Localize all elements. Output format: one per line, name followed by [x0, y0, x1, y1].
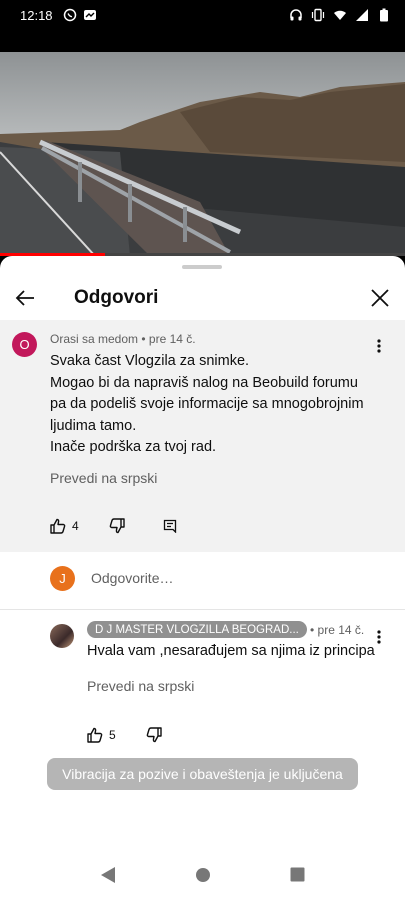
toast-message: Vibracija za pozive i obaveštenja je ukl… — [47, 758, 358, 790]
video-frame — [0, 52, 405, 256]
close-button[interactable] — [355, 274, 405, 322]
triangle-back-icon — [100, 866, 115, 883]
thumb-down-icon — [109, 518, 125, 534]
dislike-button[interactable] — [146, 727, 162, 743]
thumb-up-icon — [87, 727, 103, 743]
wifi-icon — [333, 8, 347, 22]
reply-input[interactable]: Odgovorite… — [91, 570, 173, 586]
comment-line: pa da podeliš svoje informacije sa mnogo… — [50, 396, 364, 412]
creator-name-badge[interactable]: D J MASTER VLOGZILLA BEOGRAD... — [87, 621, 307, 638]
signal-icon — [355, 8, 369, 22]
thumb-up-icon — [50, 518, 66, 534]
comment-time: pre 14 č. — [148, 332, 196, 346]
thumb-down-icon — [146, 727, 162, 743]
status-bar: 12:18 — [0, 0, 405, 30]
dislike-button[interactable] — [109, 518, 125, 534]
nav-back-button[interactable] — [100, 866, 116, 889]
headphones-icon — [289, 8, 303, 22]
status-time: 12:18 — [20, 7, 53, 23]
translate-link[interactable]: Prevedi na srpski — [50, 470, 157, 486]
nav-home-button[interactable] — [195, 867, 211, 888]
like-button[interactable]: 5 — [87, 727, 116, 743]
translate-link[interactable]: Prevedi na srpski — [87, 678, 194, 694]
comment-text: Svaka čast Vlogzila za snimke. Mogao bi … — [50, 351, 385, 459]
comment-author[interactable]: Orasi sa medom — [50, 332, 138, 346]
like-button[interactable]: 4 — [50, 518, 79, 534]
vibrate-icon — [311, 8, 325, 22]
like-count: 5 — [109, 728, 116, 742]
more-vert-icon — [377, 630, 381, 644]
circle-home-icon — [195, 867, 210, 882]
reply-comment: D J MASTER VLOGZILLA BEOGRAD... • pre 14… — [0, 612, 405, 762]
reply-actions: 5 — [87, 727, 162, 743]
nav-recents-button[interactable] — [290, 867, 305, 887]
drag-handle[interactable] — [182, 265, 222, 269]
comment-line: Inače podrška za tvoj rad. — [50, 439, 217, 455]
square-recents-icon — [290, 867, 305, 882]
replies-sheet: Odgovori O Orasi sa medom • pre 14 č. Sv… — [0, 256, 405, 900]
avatar[interactable]: O — [12, 332, 37, 357]
comment-line: Mogao bi da napraviš nalog na Beobuild f… — [50, 374, 358, 391]
main-comment: O Orasi sa medom • pre 14 č. Svaka čast … — [0, 320, 405, 552]
meta-separator: • — [141, 332, 149, 346]
battery-icon — [377, 8, 391, 22]
system-navbar — [0, 854, 405, 900]
comment-line: Svaka čast Vlogzila za snimke. — [50, 353, 250, 369]
like-count: 4 — [72, 519, 79, 533]
video-player[interactable] — [0, 52, 405, 256]
replies-header: Odgovori — [0, 274, 405, 322]
arrow-left-icon — [15, 290, 34, 306]
comment-actions: 4 — [50, 518, 177, 534]
user-avatar: J — [50, 566, 75, 591]
page-title: Odgovori — [74, 287, 159, 308]
viber-icon — [63, 8, 77, 22]
back-button[interactable] — [0, 274, 50, 322]
reply-input-row[interactable]: J Odgovorite… — [0, 552, 405, 610]
reply-text: Hvala vam ,nesarađujem sa njima iz princ… — [87, 643, 375, 659]
comment-meta: Orasi sa medom • pre 14 č. — [50, 332, 196, 346]
messenger-icon — [83, 8, 97, 22]
comment-time: • pre 14 č. — [310, 623, 365, 637]
close-icon — [371, 289, 389, 307]
reply-button[interactable] — [163, 519, 177, 533]
avatar[interactable] — [50, 624, 74, 648]
comment-icon — [163, 519, 176, 533]
comment-line: ljudima tamo. — [50, 417, 137, 434]
